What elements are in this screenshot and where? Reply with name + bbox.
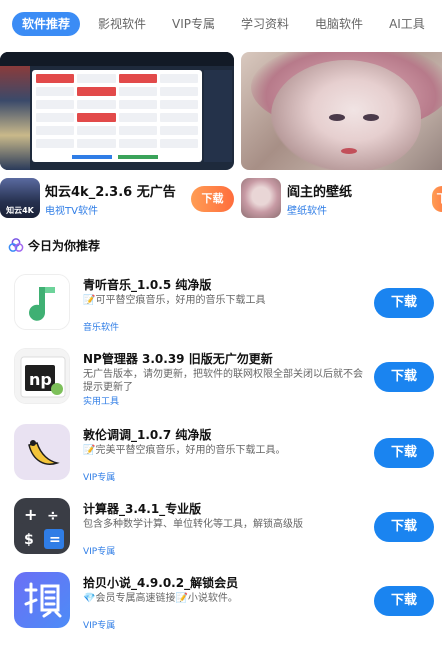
page: 软件推荐 影视软件 VIP专属 学习资料 电脑软件 AI工具 知云4K 知云4k… [0,0,442,654]
download-button[interactable]: 下载 [191,186,234,212]
app-category: VIP专属 [83,621,116,631]
tab-video-software[interactable]: 影视软件 [98,12,146,36]
download-button[interactable]: 下载 [374,512,434,542]
banana-icon [14,424,70,480]
download-button[interactable]: 下载 [374,586,434,616]
list-item[interactable]: 敦伦调调_1.0.7 纯净版 📝完美平替空痕音乐，好用的音乐下载工具。 VIP专… [0,424,442,496]
svg-text:$: $ [24,532,34,548]
list-item[interactable]: 青听音乐_1.0.5 纯净版 📝可平替空痕音乐，好用的音乐下载工具 音乐软件 下… [0,274,442,346]
app-category: VIP专属 [83,473,116,483]
download-button[interactable]: 下载 [374,288,434,318]
featured-app-category: 壁纸软件 [287,206,327,217]
svg-text:np: np [29,370,52,389]
app-category: 实用工具 [83,397,120,407]
list-item[interactable]: 拾贝小说_4.9.0.2_解锁会员 💎会员专属高速链接📝小说软件。 VIP专属 … [0,572,442,644]
zhiyun-app-icon: 知云4K [0,178,40,218]
category-tabs: 软件推荐 影视软件 VIP专属 学习资料 电脑软件 AI工具 [0,0,442,48]
app-title: 计算器_3.4.1_专业版 [83,502,202,516]
app-description: 📝完美平替空痕音乐，好用的音乐下载工具。 [83,445,286,456]
download-button[interactable]: 下 [432,186,442,212]
tab-software-recommend[interactable]: 软件推荐 [12,12,81,36]
banner-wallpaper-portrait[interactable] [241,52,442,170]
shibei-icon [14,572,70,628]
banner-settings-panel [32,70,202,162]
app-description: 💎会员专属高速链接📝小说软件。 [83,593,238,604]
featured-app-category: 电视TV软件 [45,206,98,217]
calculator-icon: + ÷ $ = [14,498,70,554]
recommend-circles-icon [8,238,24,252]
tab-ai-tools[interactable]: AI工具 [389,12,425,36]
tab-vip[interactable]: VIP专属 [172,12,215,36]
app-description: 📝可平替空痕音乐，好用的音乐下载工具 [83,295,266,306]
tab-study-materials[interactable]: 学习资料 [241,12,289,36]
np-manager-icon: np [14,348,70,404]
app-category: 音乐软件 [83,323,120,333]
download-button[interactable]: 下载 [374,438,434,468]
section-header: 今日为你推荐 [8,236,100,254]
app-category: VIP专属 [83,547,116,557]
banner-screenshot-zhiyun[interactable] [0,52,234,170]
app-description: 无广告版本，请勿更新，把软件的联网权限全部关闭以后就不会提示更新了 [83,369,363,393]
app-title: 拾贝小说_4.9.0.2_解锁会员 [83,576,239,590]
tab-pc-software[interactable]: 电脑软件 [315,12,363,36]
list-item[interactable]: + ÷ $ = 计算器_3.4.1_专业版 包含多种数学计算、单位转化等工具，解… [0,498,442,570]
download-button[interactable]: 下载 [374,362,434,392]
section-title: 今日为你推荐 [28,238,101,253]
svg-text:÷: ÷ [47,508,59,524]
app-title: NP管理器 3.0.39 旧版无广勿更新 [83,352,273,366]
app-description: 包含多种数学计算、单位转化等工具，解锁高级版 [83,519,303,530]
featured-app-title: 知云4k_2.3.6 无广告 [45,185,176,200]
app-title: 青听音乐_1.0.5 纯净版 [83,278,212,292]
list-item[interactable]: np NP管理器 3.0.39 旧版无广勿更新 无广告版本，请勿更新，把软件的联… [0,348,442,420]
music-note-icon [14,274,70,330]
svg-text:+: + [24,505,37,524]
app-title: 敦伦调调_1.0.7 纯净版 [83,428,212,442]
wallpaper-app-icon [241,178,281,218]
svg-text:=: = [49,532,61,548]
featured-app-title: 阎主的壁纸 [287,185,353,200]
